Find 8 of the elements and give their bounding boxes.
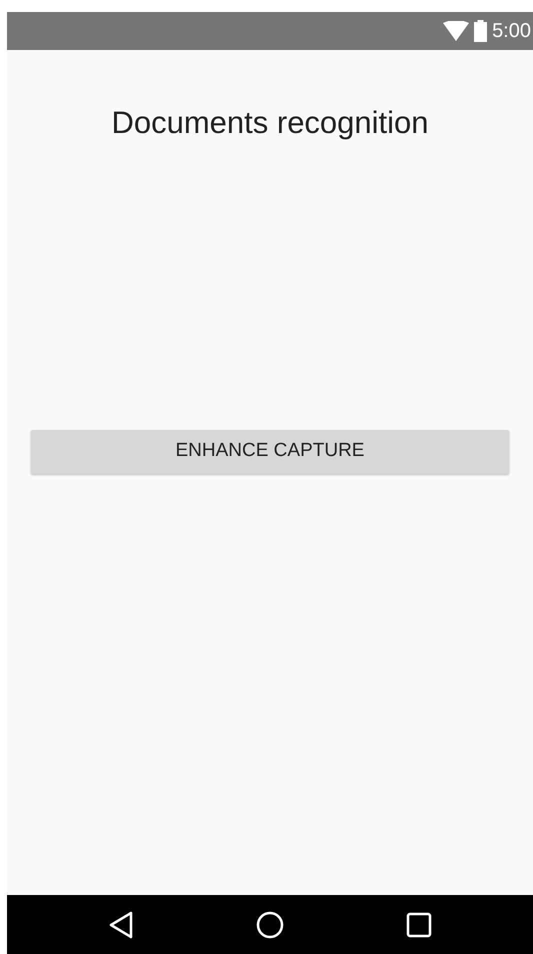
- screen-title: Documents recognition: [111, 104, 429, 142]
- recent-apps-icon[interactable]: [406, 912, 432, 938]
- back-icon[interactable]: [108, 910, 134, 938]
- home-icon[interactable]: [256, 910, 284, 938]
- battery-icon: [474, 20, 488, 42]
- enhance-capture-button[interactable]: ENHANCE CAPTURE: [31, 430, 509, 474]
- status-time: 5:00: [492, 19, 531, 44]
- wifi-icon: [443, 21, 470, 41]
